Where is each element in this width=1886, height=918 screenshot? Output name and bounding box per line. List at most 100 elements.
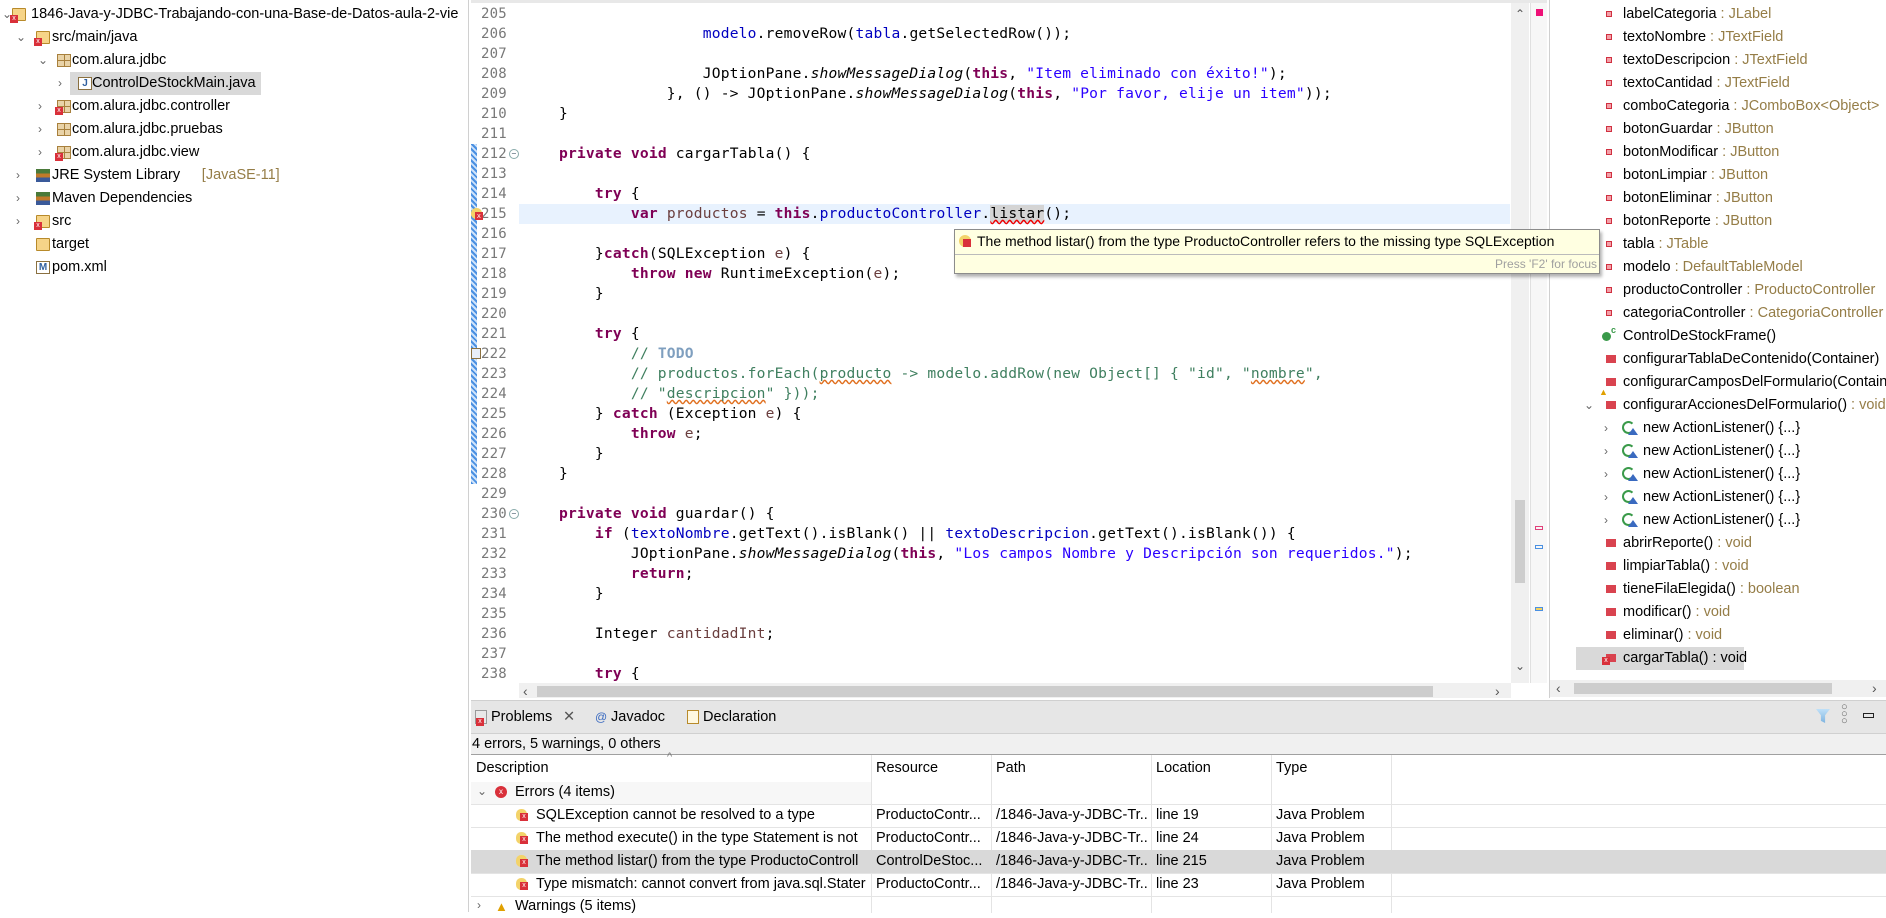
tree-item[interactable]: ⌄ com.alura.jdbc	[0, 49, 468, 72]
outline-item[interactable]: textoNombre : JTextField	[1550, 26, 1886, 49]
chevron-down-icon[interactable]: ⌄	[16, 26, 26, 49]
chevron-down-icon[interactable]: ⌄	[38, 49, 48, 72]
outline-item[interactable]: botonModificar : JButton	[1550, 141, 1886, 164]
chevron-right-icon[interactable]: ›	[1604, 486, 1608, 509]
outline-item[interactable]: botonGuardar : JButton	[1550, 118, 1886, 141]
outline-item[interactable]: limpiarTabla() : void	[1550, 555, 1886, 578]
chevron-right-icon[interactable]: ›	[1604, 509, 1608, 532]
outline-item[interactable]: textoCantidad : JTextField	[1550, 72, 1886, 95]
outline-item[interactable]: › new ActionListener() {...}	[1550, 440, 1886, 463]
chevron-right-icon[interactable]: ›	[38, 95, 42, 118]
code-line[interactable]: 210 }	[471, 104, 1510, 124]
outline-item[interactable]: eliminar() : void	[1550, 624, 1886, 647]
outline-item[interactable]: › new ActionListener() {...}	[1550, 417, 1886, 440]
problem-row[interactable]: x SQLException cannot be resolved to a ty…	[471, 804, 1886, 827]
vertical-scrollbar[interactable]: ⌃ ⌄	[1511, 3, 1529, 683]
outline-item[interactable]: x cargarTabla() : void	[1576, 647, 1747, 670]
code-line[interactable]: 213	[471, 164, 1510, 184]
horizontal-scrollbar[interactable]: ‹ ›	[519, 683, 1511, 698]
error-quickfix-icon[interactable]: x	[471, 208, 483, 220]
outline-item[interactable]: tabla : JTable	[1550, 233, 1886, 256]
chevron-right-icon[interactable]: ›	[477, 898, 481, 912]
code-line[interactable]: 222 // TODO	[471, 344, 1510, 364]
chevron-right-icon[interactable]: ›	[16, 187, 20, 210]
task-marker[interactable]	[1535, 607, 1543, 611]
code-line[interactable]: 224 // "descripcion" }));	[471, 384, 1510, 404]
column-header-resource[interactable]: Resource	[876, 757, 938, 780]
outline-item[interactable]: c ControlDeStockFrame()	[1550, 325, 1886, 348]
code-line[interactable]: 235	[471, 604, 1510, 624]
code-line[interactable]: 219 }	[471, 284, 1510, 304]
column-header-path[interactable]: Path	[996, 757, 1026, 780]
column-header-description[interactable]: Description	[476, 757, 549, 780]
problem-row[interactable]: x The method execute() in the type Statem…	[471, 827, 1886, 850]
error-group-row[interactable]: ⌄ x Errors (4 items)	[471, 782, 871, 804]
warning-group-row[interactable]: › ▲ Warnings (5 items)	[471, 896, 871, 918]
outline-item[interactable]: ▲ configurarCamposDelFormulario(Container…	[1550, 371, 1886, 397]
code-line[interactable]: 211	[471, 124, 1510, 144]
tree-item[interactable]: › J ControlDeStockMain.java	[58, 72, 261, 95]
outline-item[interactable]: › new ActionListener() {...}	[1550, 463, 1886, 486]
chevron-down-icon[interactable]: ⌄	[1584, 394, 1594, 417]
code-line[interactable]: 227 }	[471, 444, 1510, 464]
problems-table[interactable]: Description Resource Path Location Type ^ ⌄ x Er…	[471, 751, 1886, 914]
scroll-thumb[interactable]	[1515, 500, 1525, 583]
tree-item[interactable]: › x com.alura.jdbc.view	[0, 141, 468, 164]
minimize-icon[interactable]	[1863, 713, 1874, 718]
outline-item[interactable]: › new ActionListener() {...}	[1550, 509, 1886, 532]
tree-item[interactable]: ⌄ x 1846-Java-y-JDBC-Trabajando-con-una-Ba…	[0, 3, 468, 26]
code-line[interactable]: 237	[471, 644, 1510, 664]
tree-item[interactable]: › x com.alura.jdbc.controller	[0, 95, 468, 118]
filter-icon[interactable]	[1816, 709, 1830, 723]
chevron-right-icon[interactable]: ›	[16, 164, 20, 187]
code-line[interactable]: 220	[471, 304, 1510, 324]
column-header-type[interactable]: Type	[1276, 757, 1307, 780]
code-line[interactable]: 205	[471, 4, 1510, 24]
scroll-left-icon[interactable]: ‹	[1556, 680, 1561, 696]
chevron-down-icon[interactable]: ⌄	[477, 784, 487, 798]
code-line[interactable]: 228 }	[471, 464, 1510, 484]
outline-item[interactable]: ⌄ configurarAccionesDelFormulario() : voi…	[1550, 394, 1886, 417]
fold-collapse-icon[interactable]: −	[509, 509, 519, 519]
chevron-right-icon[interactable]: ›	[16, 210, 20, 233]
code-line[interactable]: 209 }, () -> JOptionPane.showMessageDial…	[471, 84, 1510, 104]
outline-item[interactable]: categoriaController : CategoriaControlle…	[1550, 302, 1886, 325]
code-editor[interactable]: 205 206 modelo.removeRow(tabla.getSelecte…	[471, 0, 1547, 698]
chevron-right-icon[interactable]: ›	[38, 141, 42, 164]
code-line[interactable]: 234 }	[471, 584, 1510, 604]
code-line[interactable]: 231 if (textoNombre.getText().isBlank() …	[471, 524, 1510, 544]
error-marker[interactable]	[1535, 526, 1543, 530]
outline-item[interactable]: abrirReporte() : void	[1550, 532, 1886, 555]
code-line[interactable]: 221 try {	[471, 324, 1510, 344]
code-line[interactable]: 215 x var productos = this.productoContro…	[471, 204, 1510, 224]
chevron-right-icon[interactable]: ›	[38, 118, 42, 141]
outline-horizontal-scrollbar[interactable]: ‹ ›	[1550, 680, 1886, 697]
code-line[interactable]: 207	[471, 44, 1510, 64]
outline-item[interactable]: › new ActionListener() {...}	[1550, 486, 1886, 509]
outline-item[interactable]: botonReporte : JButton	[1550, 210, 1886, 233]
code-line[interactable]: 223 // productos.forEach(producto -> mod…	[471, 364, 1510, 384]
scroll-right-icon[interactable]: ›	[1495, 683, 1500, 698]
tree-item[interactable]: ⌄ x src/main/java	[0, 26, 468, 49]
outline-item[interactable]: comboCategoria : JComboBox<Object>	[1550, 95, 1886, 118]
code-line[interactable]: 214 try {	[471, 184, 1510, 204]
occurrence-marker[interactable]	[1535, 545, 1543, 549]
tab-declaration[interactable]: Declaration	[687, 701, 803, 734]
scroll-thumb[interactable]	[1574, 683, 1832, 694]
fold-collapse-icon[interactable]: −	[509, 149, 519, 159]
problem-row[interactable]: x Type mismatch: cannot convert from java…	[471, 873, 1886, 896]
outline-item[interactable]: configurarTablaDeContenido(Container)	[1550, 348, 1886, 371]
column-header-location[interactable]: Location	[1156, 757, 1211, 780]
tree-item[interactable]: Mpom.xml	[0, 256, 468, 279]
chevron-right-icon[interactable]: ›	[1604, 440, 1608, 463]
problem-row[interactable]: x The method listar() from the type Produ…	[471, 850, 1886, 873]
scroll-up-icon[interactable]: ⌃	[1515, 7, 1525, 21]
outline-item[interactable]: botonEliminar : JButton	[1550, 187, 1886, 210]
tree-item[interactable]: target	[0, 233, 468, 256]
scroll-down-icon[interactable]: ⌄	[1515, 659, 1525, 673]
outline-item[interactable]: textoDescripcion : JTextField	[1550, 49, 1886, 72]
outline-item[interactable]: productoController : ProductoController	[1550, 279, 1886, 302]
scroll-thumb[interactable]	[537, 686, 1433, 697]
code-line[interactable]: 238 try {	[471, 664, 1510, 684]
code-line[interactable]: 233 return;	[471, 564, 1510, 584]
